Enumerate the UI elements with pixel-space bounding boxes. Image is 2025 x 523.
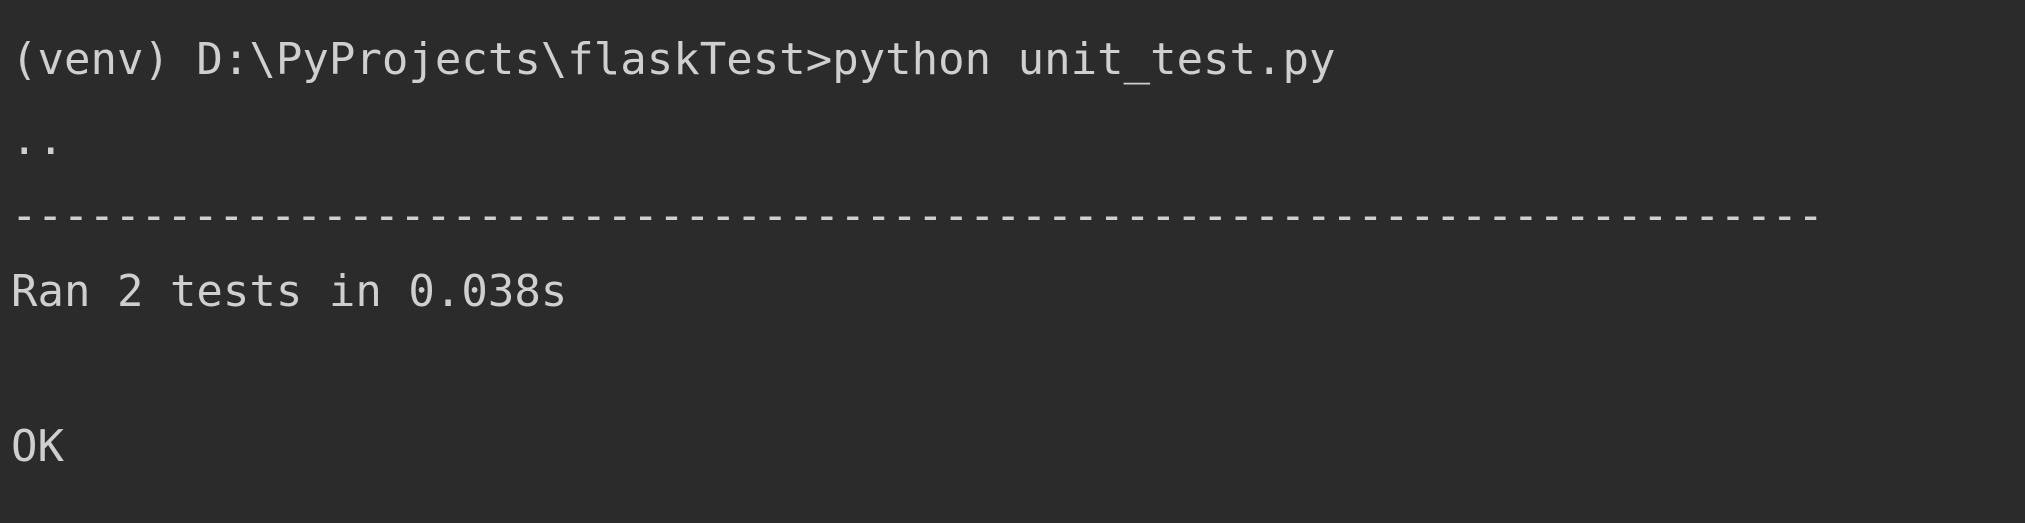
test-progress-dots: ..	[11, 114, 64, 165]
test-summary: Ran 2 tests in 0.038s	[11, 266, 568, 317]
command-line: (venv) D:\PyProjects\flaskTest>python un…	[11, 34, 1336, 85]
terminal-window[interactable]: (venv) D:\PyProjects\flaskTest>python un…	[0, 0, 2025, 523]
test-result: OK	[11, 421, 64, 472]
separator-line: ----------------------------------------…	[11, 190, 1824, 241]
